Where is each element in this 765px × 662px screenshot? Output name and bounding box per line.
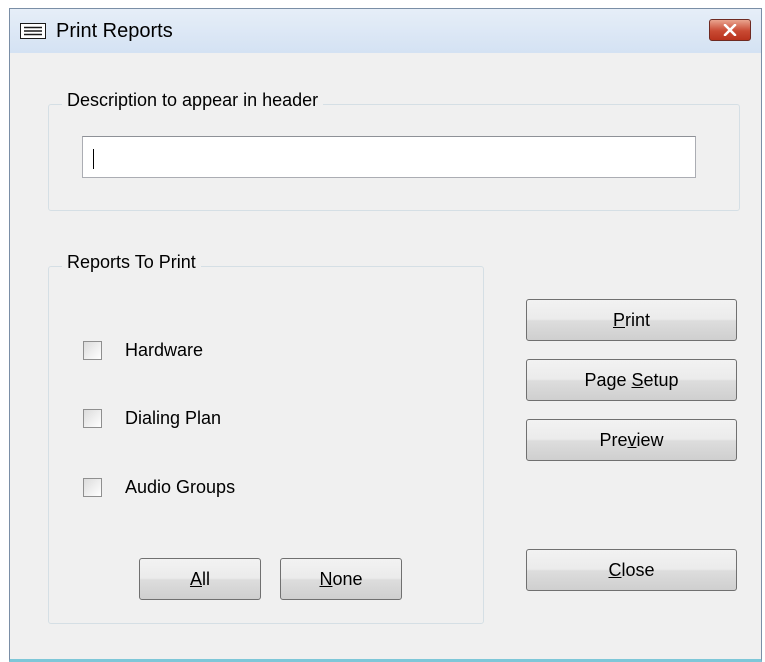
- button-text: Page: [584, 370, 632, 390]
- checkbox-box[interactable]: [83, 409, 102, 428]
- description-input[interactable]: [82, 136, 696, 178]
- text-caret: [93, 149, 94, 169]
- button-mnemonic: S: [631, 370, 644, 390]
- print-reports-dialog: Print Reports Description to appear in h…: [9, 8, 762, 662]
- close-window-button[interactable]: [709, 19, 751, 41]
- button-text: one: [332, 569, 363, 589]
- checkbox-label: Hardware: [125, 340, 204, 360]
- form-icon: [20, 23, 46, 39]
- button-text: lose: [621, 560, 655, 580]
- button-mnemonic: N: [319, 569, 333, 589]
- button-mnemonic: P: [612, 310, 625, 330]
- button-text: ll: [202, 569, 210, 589]
- page-setup-button[interactable]: Page Setup: [526, 359, 737, 401]
- checkbox-label: Dialing Plan: [125, 408, 222, 428]
- print-button[interactable]: Print: [526, 299, 737, 341]
- button-text: Pre: [599, 430, 628, 450]
- button-text: rint: [625, 310, 651, 330]
- button-text: etup: [643, 370, 679, 390]
- preview-button[interactable]: Preview: [526, 419, 737, 461]
- checkbox-label: Audio Groups: [125, 477, 236, 497]
- button-mnemonic: C: [608, 560, 622, 580]
- checkbox-box[interactable]: [83, 341, 102, 360]
- checkbox-box[interactable]: [83, 478, 102, 497]
- close-button[interactable]: Close: [526, 549, 737, 591]
- button-text: iew: [636, 430, 664, 450]
- reports-group: Reports To Print Hardware Dialing Plan A…: [48, 252, 484, 624]
- close-icon: [723, 24, 737, 36]
- reports-label: Reports To Print: [62, 252, 201, 273]
- title-bar[interactable]: Print Reports: [10, 9, 761, 53]
- window-title: Print Reports: [56, 20, 173, 42]
- button-mnemonic: A: [189, 569, 202, 589]
- select-all-button[interactable]: All: [139, 558, 261, 600]
- button-mnemonic: v: [627, 430, 637, 450]
- description-label: Description to appear in header: [62, 90, 324, 111]
- select-none-button[interactable]: None: [280, 558, 402, 600]
- description-group: Description to appear in header: [48, 90, 740, 211]
